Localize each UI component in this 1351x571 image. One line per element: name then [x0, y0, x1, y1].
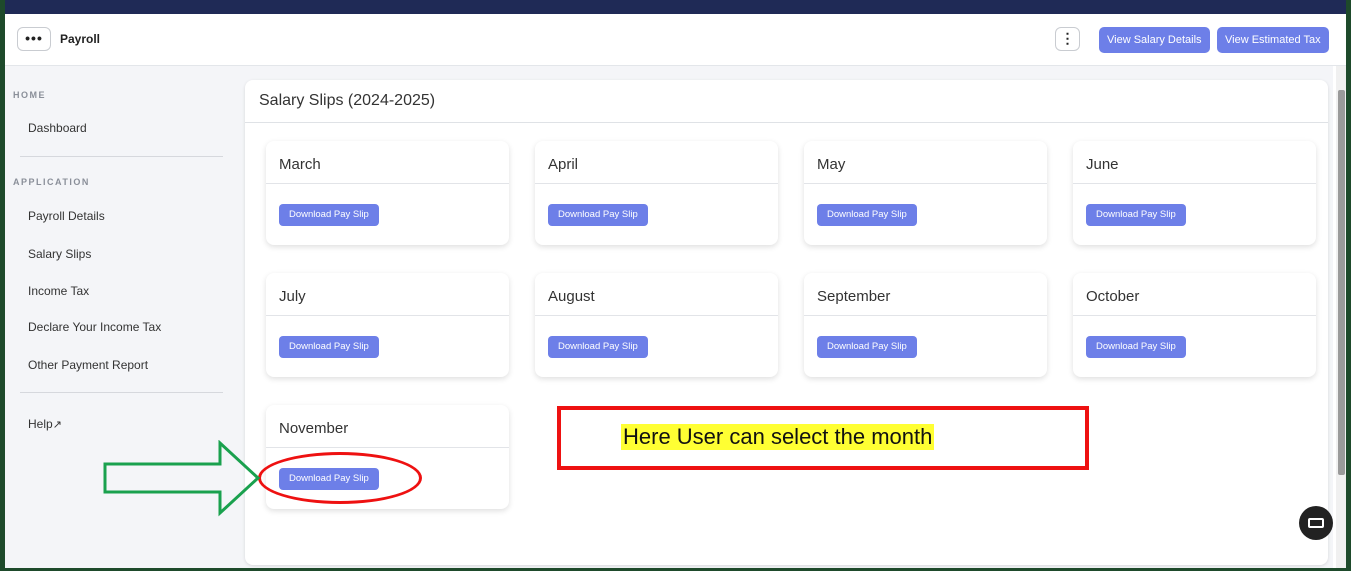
view-salary-details-button[interactable]: View Salary Details [1099, 27, 1210, 53]
month-title: July [279, 288, 306, 305]
sidebar-item-other-payment-report[interactable]: Other Payment Report [28, 358, 148, 372]
download-pay-slip-button[interactable]: Download Pay Slip [548, 336, 648, 358]
help-label: Help [28, 417, 53, 431]
month-card-june: June Download Pay Slip [1073, 141, 1316, 245]
sidebar-section-home: HOME [13, 90, 46, 100]
month-title: May [817, 156, 846, 173]
month-title: October [1086, 288, 1140, 305]
month-card-july: July Download Pay Slip [266, 273, 509, 377]
header-bar: ••• Payroll ⋮ View Salary Details View E… [5, 14, 1346, 66]
month-card-october: October Download Pay Slip [1073, 273, 1316, 377]
download-pay-slip-button[interactable]: Download Pay Slip [1086, 204, 1186, 226]
download-pay-slip-button[interactable]: Download Pay Slip [279, 336, 379, 358]
sidebar-section-application: APPLICATION [13, 177, 90, 187]
month-card-september: September Download Pay Slip [804, 273, 1047, 377]
annotation-arrow-icon [103, 440, 261, 517]
scrollbar-thumb[interactable] [1338, 90, 1345, 475]
card-divider [266, 315, 509, 316]
download-pay-slip-button[interactable]: Download Pay Slip [817, 204, 917, 226]
month-title: August [548, 288, 595, 305]
keyboard-icon [1308, 518, 1324, 528]
card-divider [804, 315, 1047, 316]
download-pay-slip-button[interactable]: Download Pay Slip [817, 336, 917, 358]
month-title: April [548, 156, 579, 173]
top-strip [5, 0, 1346, 14]
sidebar-item-help[interactable]: Help↗ [28, 417, 62, 431]
panel-divider [245, 122, 1328, 123]
download-pay-slip-button[interactable]: Download Pay Slip [279, 204, 379, 226]
card-divider [535, 183, 778, 184]
annotation-callout-text: Here User can select the month [621, 424, 935, 450]
card-divider [804, 183, 1047, 184]
card-divider [1073, 183, 1316, 184]
sidebar-divider [20, 392, 223, 393]
sidebar-item-payroll-details[interactable]: Payroll Details [28, 209, 105, 223]
external-link-icon: ↗ [52, 419, 62, 431]
kebab-menu-button[interactable]: ⋮ [1055, 27, 1080, 51]
download-pay-slip-button[interactable]: Download Pay Slip [548, 204, 648, 226]
month-card-august: August Download Pay Slip [535, 273, 778, 377]
card-divider [1073, 315, 1316, 316]
app-window: ••• Payroll ⋮ View Salary Details View E… [0, 0, 1351, 571]
card-divider [266, 447, 509, 448]
sidebar-item-salary-slips[interactable]: Salary Slips [28, 247, 91, 261]
month-card-may: May Download Pay Slip [804, 141, 1047, 245]
month-title: September [817, 288, 891, 305]
app-title: Payroll [60, 32, 101, 46]
download-pay-slip-button[interactable]: Download Pay Slip [1086, 336, 1186, 358]
sidebar-item-income-tax[interactable]: Income Tax [28, 284, 89, 298]
month-card-march: March Download Pay Slip [266, 141, 509, 245]
card-divider [535, 315, 778, 316]
month-title: June [1086, 156, 1119, 173]
view-estimated-tax-button[interactable]: View Estimated Tax [1217, 27, 1329, 53]
annotation-callout: Here User can select the month [557, 406, 1089, 470]
month-title: November [279, 420, 349, 437]
card-divider [266, 183, 509, 184]
month-card-april: April Download Pay Slip [535, 141, 778, 245]
keyboard-shortcut-button[interactable] [1299, 506, 1333, 540]
page-title: Salary Slips (2024-2025) [259, 92, 436, 109]
more-menu-button[interactable]: ••• [17, 27, 51, 51]
month-title: March [279, 156, 321, 173]
sidebar-item-dashboard[interactable]: Dashboard [28, 121, 87, 135]
annotation-circle [258, 452, 422, 504]
sidebar-divider [20, 156, 223, 157]
sidebar-item-declare-income-tax[interactable]: Declare Your Income Tax [28, 320, 161, 334]
